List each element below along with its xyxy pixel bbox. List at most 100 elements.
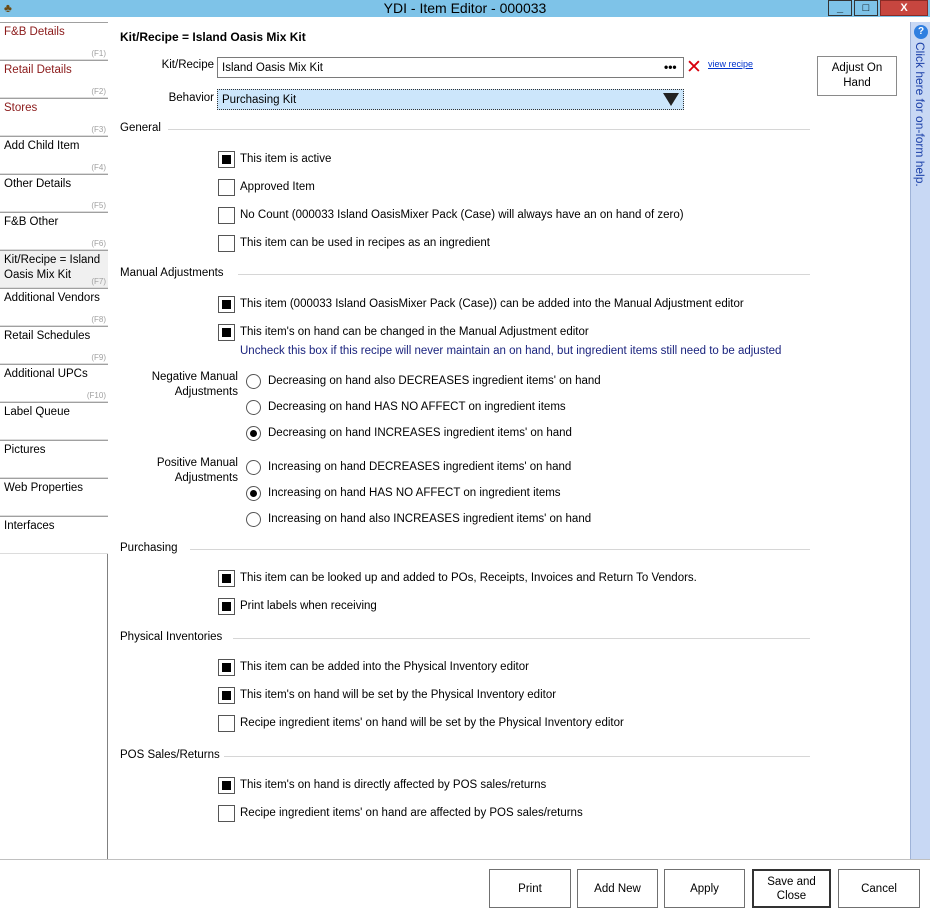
add-new-button[interactable]: Add New (577, 869, 658, 908)
pos-affected-label: This item's on hand is directly affected… (240, 779, 547, 791)
nav-item-web-properties[interactable]: Web Properties (0, 478, 108, 516)
nav-item-label: Add Child Item (4, 140, 80, 152)
save-close-button-label: Save and Close (767, 875, 816, 902)
nav-item-label-queue[interactable]: Label Queue (0, 402, 108, 440)
negative-option-radio[interactable] (246, 374, 261, 389)
behavior-label: Behavior (168, 92, 214, 104)
nav-item-label: F&B Other (4, 216, 59, 228)
nav-item-shortcut: (F6) (91, 239, 106, 248)
positive-option-radio[interactable] (246, 460, 261, 475)
recipe-ingredient-checkbox[interactable] (218, 235, 235, 252)
negative-option-radio[interactable] (246, 400, 261, 415)
nav-item-retail-schedules[interactable]: Retail Schedules (F9) (0, 326, 108, 364)
nav-item-label: Additional UPCs (4, 368, 88, 380)
nav-item-label: F&B Details (4, 26, 65, 38)
nav-item-kit-recipe[interactable]: Kit/Recipe = Island Oasis Mix Kit (F7) (0, 250, 108, 288)
print-button[interactable]: Print (489, 869, 571, 908)
nav-item-additional-vendors[interactable]: Additional Vendors (F8) (0, 288, 108, 326)
cancel-button-label: Cancel (861, 882, 897, 895)
print-labels-checkbox[interactable] (218, 598, 235, 615)
manual-hint: Uncheck this box if this recipe will nev… (240, 345, 782, 357)
positive-option-label: Increasing on hand also INCREASES ingred… (268, 513, 592, 525)
active-checkbox[interactable] (218, 151, 235, 168)
nav-item-interfaces[interactable]: Interfaces (0, 516, 108, 554)
add-new-button-label: Add New (594, 882, 641, 895)
pos-recipe-checkbox[interactable] (218, 805, 235, 822)
nav-item-fb-details[interactable]: F&B Details (F1) (0, 22, 108, 60)
nav-item-shortcut: (F1) (91, 49, 106, 58)
negative-option-label: Decreasing on hand also DECREASES ingred… (268, 375, 601, 387)
no-count-label: No Count (000033 Island OasisMixer Pack … (240, 209, 684, 221)
positive-option-radio[interactable] (246, 486, 261, 501)
maximize-button[interactable]: □ (854, 0, 878, 16)
help-text[interactable]: Click here for on-form help. (913, 42, 927, 187)
main-panel: Kit/Recipe = Island Oasis Mix Kit Kit/Re… (108, 22, 910, 859)
manual-change-label: This item's on hand can be changed in th… (240, 326, 589, 338)
group-header-purchasing: Purchasing (120, 542, 178, 554)
physical-recipe-checkbox[interactable] (218, 715, 235, 732)
nav-item-other-details[interactable]: Other Details (F5) (0, 174, 108, 212)
view-recipe-link[interactable]: view recipe (708, 59, 753, 69)
group-header-general: General (120, 122, 161, 134)
manual-change-checkbox[interactable] (218, 324, 235, 341)
approved-checkbox[interactable] (218, 179, 235, 196)
recipe-ingredient-label: This item can be used in recipes as an i… (240, 237, 490, 249)
cancel-button[interactable]: Cancel (838, 869, 920, 908)
divider (190, 549, 810, 550)
nav-item-shortcut: (F10) (86, 391, 106, 400)
clear-kit-icon[interactable]: ✕ (686, 58, 702, 77)
positive-option-label: Increasing on hand HAS NO AFFECT on ingr… (268, 487, 561, 499)
print-button-label: Print (518, 882, 542, 895)
nav-item-additional-upcs[interactable]: Additional UPCs (F10) (0, 364, 108, 402)
kit-recipe-input[interactable]: Island Oasis Mix Kit (217, 57, 684, 78)
nav-item-label: Web Properties (4, 482, 84, 494)
nav-item-shortcut: (F5) (91, 201, 106, 210)
physical-add-checkbox[interactable] (218, 659, 235, 676)
positive-option-label: Increasing on hand DECREASES ingredient … (268, 461, 572, 473)
window-title: YDI - Item Editor - 000033 (383, 0, 547, 16)
browse-ellipsis-icon[interactable]: ••• (664, 60, 677, 74)
divider (224, 756, 810, 757)
nav-item-add-child-item[interactable]: Add Child Item (F4) (0, 136, 108, 174)
physical-recipe-label: Recipe ingredient items' on hand will be… (240, 717, 624, 729)
adjust-on-hand-button[interactable]: Adjust On Hand (817, 56, 897, 96)
help-strip[interactable]: ? Click here for on-form help. (910, 22, 930, 859)
negative-option-label: Decreasing on hand INCREASES ingredient … (268, 427, 572, 439)
nav-item-shortcut: (F2) (91, 87, 106, 96)
save-close-button[interactable]: Save and Close (752, 869, 831, 908)
nav-item-fb-other[interactable]: F&B Other (F6) (0, 212, 108, 250)
nav-item-pictures[interactable]: Pictures (0, 440, 108, 478)
active-label: This item is active (240, 153, 332, 165)
behavior-select[interactable]: Purchasing Kit (217, 89, 684, 110)
physical-set-label: This item's on hand will be set by the P… (240, 689, 557, 701)
divider (168, 129, 810, 130)
positive-option-radio[interactable] (246, 512, 261, 527)
nav-item-stores[interactable]: Stores (F3) (0, 98, 108, 136)
page-title: Kit/Recipe = Island Oasis Mix Kit (120, 30, 306, 44)
group-header-manual: Manual Adjustments (120, 267, 224, 279)
nav-item-shortcut: (F8) (91, 315, 106, 324)
apply-button-label: Apply (690, 882, 719, 895)
physical-set-checkbox[interactable] (218, 687, 235, 704)
manual-add-checkbox[interactable] (218, 296, 235, 313)
apply-button[interactable]: Apply (664, 869, 745, 908)
nav-item-label: Retail Schedules (4, 330, 91, 342)
pos-affected-checkbox[interactable] (218, 777, 235, 794)
behavior-value: Purchasing Kit (222, 94, 297, 106)
nav-item-shortcut: (F9) (91, 353, 106, 362)
negative-option-radio[interactable] (246, 426, 261, 441)
nav-item-label: Other Details (4, 178, 72, 190)
help-icon[interactable]: ? (914, 25, 928, 39)
nav-item-label: Interfaces (4, 520, 55, 532)
po-lookup-checkbox[interactable] (218, 570, 235, 587)
po-lookup-label: This item can be looked up and added to … (240, 572, 697, 584)
no-count-checkbox[interactable] (218, 207, 235, 224)
nav-item-shortcut: (F7) (91, 277, 106, 286)
close-window-button[interactable]: X (880, 0, 928, 16)
physical-add-label: This item can be added into the Physical… (240, 661, 529, 673)
divider (238, 274, 810, 275)
nav-item-label: Retail Details (4, 64, 72, 76)
negative-adjustments-label: Negative Manual Adjustments (151, 371, 238, 398)
minimize-button[interactable]: _ (828, 0, 852, 16)
nav-item-retail-details[interactable]: Retail Details (F2) (0, 60, 108, 98)
